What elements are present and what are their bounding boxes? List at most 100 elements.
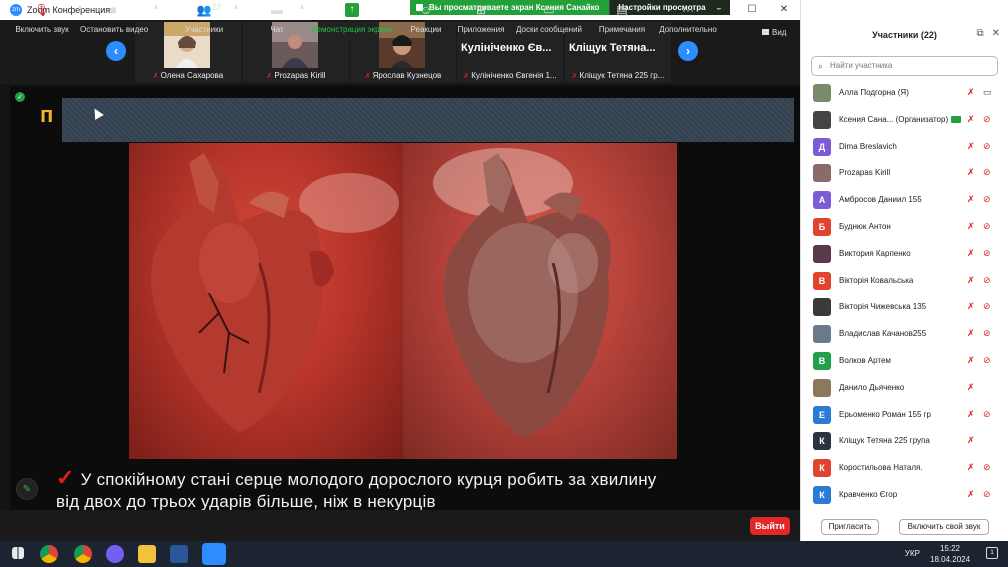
muted-mic-icon[interactable]: ✗ [967, 194, 975, 205]
participant-row[interactable]: Владислав Качанов255 ✗ ⊘ [801, 321, 1008, 348]
stop-video-button[interactable]: ■ ˄ Остановить видео [80, 3, 158, 34]
file-explorer-icon[interactable] [138, 545, 156, 563]
participant-name-text: Вікторія Ковальська [839, 275, 914, 285]
participant-row[interactable]: В Волков Артем ✗ ⊘ [801, 348, 1008, 375]
video-on-icon[interactable]: ▭ [983, 87, 992, 98]
avatar [813, 164, 831, 183]
next-page-button[interactable]: › [678, 41, 698, 61]
muted-mic-icon[interactable]: ✗ [967, 355, 975, 366]
reactions-button[interactable]: ☺ ˄ Реакции [408, 3, 456, 34]
participant-row[interactable]: А Амбросов Даниил 155 ✗ ⊘ [801, 187, 1008, 214]
participant-name: Волков Артем [839, 356, 891, 365]
participant-row[interactable]: К Кліщук Тетяна 225 група ✗ [801, 428, 1008, 455]
participant-row[interactable]: Б Буднюк Антон ✗ ⊘ [801, 214, 1008, 241]
invite-button[interactable]: Пригласить [821, 519, 879, 535]
video-off-icon[interactable]: ⊘ [983, 301, 991, 312]
muted-mic-icon[interactable]: ✗ [967, 221, 975, 232]
participant-row[interactable]: Данило Дьяченко ✗ [801, 375, 1008, 402]
annotate-pencil-icon[interactable]: ✎ [16, 478, 38, 500]
participant-row[interactable]: Е Ерьоменко Роман 155 гр ✗ ⊘ [801, 402, 1008, 429]
video-off-icon[interactable]: ⊘ [983, 141, 991, 152]
participant-row[interactable]: В Вікторія Ковальська ✗ ⊘ [801, 268, 1008, 295]
language-indicator[interactable]: УКР [905, 549, 920, 558]
video-off-icon[interactable]: ⊘ [983, 194, 991, 205]
muted-mic-icon[interactable]: ✗ [967, 489, 975, 500]
word-icon[interactable] [170, 545, 188, 563]
video-off-icon[interactable]: ⊘ [983, 167, 991, 178]
muted-mic-icon[interactable]: ✗ [967, 248, 975, 259]
muted-mic-icon[interactable]: ✗ [967, 167, 975, 178]
participant-row[interactable]: Д Dima Breslavich ✗ ⊘ [801, 134, 1008, 161]
participant-name: Вікторія Ковальська [839, 276, 913, 285]
video-off-icon[interactable]: ⊘ [983, 489, 991, 500]
prev-page-button[interactable]: ‹ [106, 41, 126, 61]
notes-button[interactable]: ▤ Примечания [596, 3, 648, 34]
participant-row[interactable]: Ксения Сана... (Организатор) ✗ ⊘ [801, 107, 1008, 134]
whiteboards-button[interactable]: ▭ Доски сообщений [514, 3, 584, 34]
popout-icon[interactable]: ⧉ [976, 28, 983, 39]
chat-button[interactable]: ▬ ˄ Чат [262, 3, 304, 34]
video-off-icon[interactable]: ⊘ [983, 328, 991, 339]
chevron-up-icon[interactable]: ˄ [234, 5, 238, 12]
thumbnail-name: ✗ Ярослав Кузнецов [350, 71, 456, 80]
participant-name-text: Prozapas Kirill [839, 168, 891, 178]
view-mode-button[interactable]: Вид [762, 28, 786, 37]
chevron-up-icon[interactable]: ˄ [300, 5, 304, 12]
search-input[interactable]: ⌕ Найти участника [811, 56, 998, 76]
muted-mic-icon[interactable]: ✗ [967, 382, 975, 393]
participant-name-text: Кліщук Тетяна 225 група [839, 436, 930, 446]
close-button[interactable]: ✕ [768, 0, 800, 20]
video-off-icon[interactable]: ⊘ [983, 221, 991, 232]
muted-mic-icon[interactable]: ✗ [967, 409, 975, 420]
participant-row[interactable]: К Коростильова Наталя. ✗ ⊘ [801, 455, 1008, 482]
participant-name: Амбросов Даниил 155 [839, 195, 922, 204]
windows-start-icon[interactable] [12, 547, 24, 559]
muted-mic-icon[interactable]: ✗ [967, 114, 975, 125]
system-clock[interactable]: 15:22 18.04.2024 [930, 543, 970, 565]
avatar: К [813, 432, 831, 451]
avatar: К [813, 485, 831, 504]
leave-button[interactable]: Выйти [750, 517, 790, 535]
unmute-me-button[interactable]: Включить свой звук [899, 519, 989, 535]
participant-row[interactable]: Виктория Карпенко ✗ ⊘ [801, 241, 1008, 268]
participant-name: Dima Breslavich [839, 142, 897, 151]
video-off-icon[interactable]: ⊘ [983, 248, 991, 259]
participant-name: Владислав Качанов255 [839, 329, 926, 338]
participant-row[interactable]: К Кравченко Єгор ✗ ⊘ [801, 482, 1008, 509]
video-off-icon[interactable]: ⊘ [983, 355, 991, 366]
participant-name: Виктория Карпенко [839, 249, 911, 258]
close-icon[interactable]: ✕ [992, 28, 1000, 39]
viber-icon[interactable] [106, 545, 124, 563]
zoom-taskbar-icon[interactable] [202, 543, 226, 565]
smiley-icon: ☺ [419, 3, 433, 17]
video-off-icon[interactable]: ⊘ [983, 114, 991, 125]
thumbnail-name-text: Олена Сахарова [160, 71, 224, 80]
video-off-icon[interactable]: ⊘ [983, 462, 991, 473]
maximize-button[interactable]: ☐ [736, 0, 768, 20]
muted-mic-icon[interactable]: ✗ [967, 87, 975, 98]
thumbnail-name-text: Кулініченко Євгенія 1... [471, 71, 557, 80]
apps-button[interactable]: ⊞ Приложения [456, 3, 506, 34]
checkmark-icon: ✓ [56, 465, 75, 490]
notifications-icon[interactable]: 1 [986, 547, 998, 559]
participant-row[interactable]: Алла Подгорна (Я) ✗ ▭ [801, 80, 1008, 107]
video-off-icon[interactable]: ⊘ [983, 275, 991, 286]
muted-mic-icon[interactable]: ✗ [967, 435, 975, 446]
participants-button[interactable]: 👥 22 ˄ Участники [182, 3, 238, 34]
muted-mic-icon[interactable]: ✗ [967, 462, 975, 473]
muted-mic-icon[interactable]: ✗ [967, 141, 975, 152]
chrome-icon[interactable] [40, 545, 58, 563]
heart-illustration [151, 153, 399, 433]
participant-row[interactable]: Вікторія Чижевська 135 ✗ ⊘ [801, 294, 1008, 321]
muted-mic-icon[interactable]: ✗ [967, 301, 975, 312]
muted-mic-icon[interactable]: ✗ [967, 328, 975, 339]
share-screen-button[interactable]: ↑ Демонстрация экрана [310, 3, 394, 34]
video-off-icon[interactable]: ⊘ [983, 409, 991, 420]
chevron-up-icon[interactable]: ˄ [154, 5, 158, 12]
chrome-profile-icon[interactable] [74, 545, 92, 563]
muted-mic-icon[interactable]: ✗ [967, 275, 975, 286]
participant-row[interactable]: Prozapas Kirill ✗ ⊘ [801, 160, 1008, 187]
more-button[interactable]: ··· Дополнительно [658, 3, 718, 34]
unmute-button[interactable]: 🎙 ˄ Включить звук [14, 3, 82, 34]
avatar [813, 244, 831, 263]
